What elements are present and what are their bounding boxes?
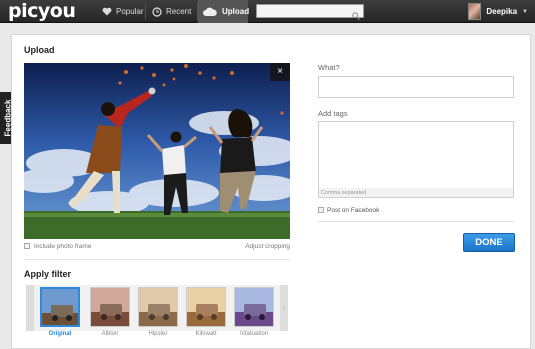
done-button[interactable]: DONE: [463, 233, 515, 252]
filter-scroll-right[interactable]: ›: [280, 285, 288, 331]
nav-popular[interactable]: Popular: [96, 0, 144, 23]
include-frame-label: Include photo frame: [34, 243, 92, 250]
filter-thumbnail: [90, 287, 130, 327]
app-logo[interactable]: picyou: [8, 0, 76, 22]
filter-thumbnail: [138, 287, 178, 327]
include-frame-toggle[interactable]: Include photo frame: [24, 243, 91, 250]
top-bar: picyou Popular Recent Upload Deepika ▼: [0, 0, 535, 23]
avatar: [468, 3, 482, 20]
heart-icon: [102, 7, 112, 16]
post-facebook-toggle[interactable]: Post on Facebook: [318, 207, 379, 214]
filter-heading: Apply filter: [24, 269, 72, 279]
filter-label: Original: [48, 331, 72, 337]
filter-kilowatt[interactable]: Kilowatt: [186, 287, 226, 337]
filter-hipster[interactable]: Hipster: [138, 287, 178, 337]
what-input[interactable]: [318, 76, 514, 98]
search-icon[interactable]: [352, 7, 360, 25]
divider: [318, 221, 514, 222]
clock-icon: [152, 6, 162, 17]
filter-scroll-left[interactable]: [26, 285, 34, 331]
what-label: What?: [318, 63, 340, 72]
nav-upload-label: Upload: [222, 7, 250, 16]
photo-options: Include photo frame Adjust cropping: [24, 243, 290, 253]
filter-label: Kilowatt: [195, 331, 217, 337]
nav-upload[interactable]: Upload: [198, 0, 250, 23]
tags-label: Add tags: [318, 109, 348, 118]
nav-recent-label: Recent: [166, 7, 192, 16]
nav-divider: [145, 3, 146, 20]
adjust-cropping-link[interactable]: Adjust cropping: [245, 243, 290, 250]
filter-original[interactable]: Original: [40, 287, 80, 337]
cloud-icon: [202, 7, 218, 17]
filter-albion[interactable]: Albion: [90, 287, 130, 337]
tags-hint: Comma separated: [318, 188, 514, 198]
search-box: [256, 4, 364, 22]
post-facebook-checkbox[interactable]: [318, 207, 324, 214]
close-icon[interactable]: ×: [270, 63, 290, 81]
filter-label: Infatuation: [239, 331, 269, 337]
include-frame-checkbox[interactable]: [24, 243, 30, 250]
user-name: Deepika: [486, 7, 518, 16]
filter-thumbnail: [40, 287, 80, 327]
search-input[interactable]: [257, 9, 349, 22]
nav-popular-label: Popular: [116, 7, 144, 16]
uploaded-photo: ×: [24, 63, 290, 239]
filter-infatuation[interactable]: Infatuation: [234, 287, 274, 337]
chevron-down-icon: ▼: [522, 8, 528, 15]
filter-thumbnail: [186, 287, 226, 327]
tags-input[interactable]: [318, 121, 514, 189]
user-menu[interactable]: Deepika ▼: [466, 2, 528, 21]
filter-label: Albion: [101, 331, 119, 337]
filter-thumbnail: [234, 287, 274, 327]
filter-label: Hipster: [148, 331, 168, 337]
upload-heading: Upload: [24, 45, 55, 55]
divider: [24, 259, 290, 260]
upload-panel: Upload × Include photo frame Adjust crop…: [11, 34, 531, 349]
post-facebook-label: Post on Facebook: [327, 207, 380, 214]
nav-recent[interactable]: Recent: [148, 0, 196, 23]
